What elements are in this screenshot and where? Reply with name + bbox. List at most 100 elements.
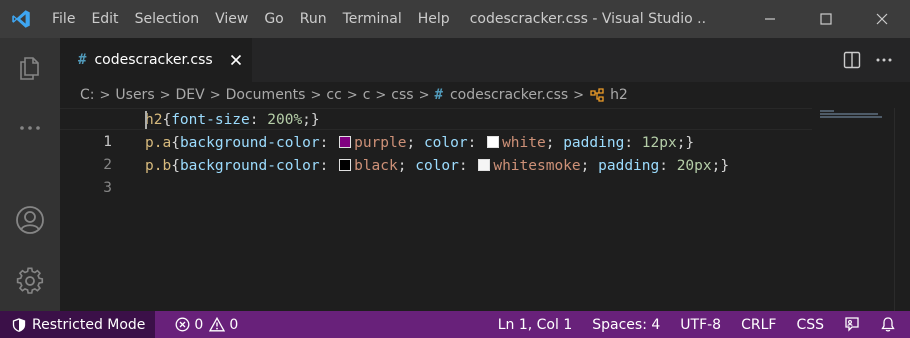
breadcrumb-item[interactable]: C: — [80, 87, 95, 103]
bell-icon — [881, 317, 895, 332]
code-line[interactable]: 3 p.b{background-color: black; color: wh… — [60, 155, 812, 196]
css-property: font-size — [171, 112, 250, 128]
notifications-button[interactable] — [870, 311, 906, 338]
css-property: background-color — [179, 135, 320, 151]
menu-go[interactable]: Go — [256, 0, 291, 38]
css-value: purple — [354, 135, 407, 151]
vscode-logo-icon — [0, 0, 42, 38]
breadcrumb-item[interactable]: DEV — [176, 87, 205, 103]
punctuation: : — [458, 158, 477, 174]
settings-gear-icon[interactable] — [0, 257, 60, 305]
minimap-line — [820, 113, 878, 115]
minimize-button[interactable] — [742, 0, 798, 38]
cursor-position[interactable]: Ln 1, Col 1 — [488, 317, 583, 333]
chevron-right-icon: > — [375, 87, 387, 103]
chevron-right-icon: > — [573, 87, 585, 103]
punctuation: : — [624, 135, 642, 151]
window-title: codescracker.css - Visual Studio ... — [469, 11, 706, 27]
minimap[interactable] — [812, 108, 894, 311]
css-property: color — [415, 158, 459, 174]
code-editor[interactable]: 1 h2{font-size: 200%;} 2 p.a{background-… — [60, 108, 910, 311]
feedback-button[interactable] — [834, 311, 870, 338]
chevron-right-icon: > — [346, 87, 358, 103]
chevron-right-icon: > — [99, 87, 111, 103]
menu-help[interactable]: Help — [410, 0, 458, 38]
explorer-icon[interactable] — [0, 44, 60, 92]
punctuation: : — [249, 112, 268, 128]
css-selector: p.a — [145, 135, 172, 151]
css-property: background-color — [179, 158, 320, 174]
color-swatch[interactable] — [478, 159, 491, 171]
color-swatch[interactable] — [339, 159, 352, 171]
close-icon — [876, 13, 888, 25]
breadcrumb-item[interactable]: c — [363, 87, 371, 103]
restricted-mode-button[interactable]: Restricted Mode — [0, 311, 156, 338]
menu-run[interactable]: Run — [292, 0, 335, 38]
menu-view[interactable]: View — [207, 0, 256, 38]
breadcrumb: C: > Users > DEV > Documents > cc > c > css > #… — [60, 82, 910, 108]
breadcrumb-file[interactable]: codescracker.css — [450, 87, 568, 103]
menu-edit[interactable]: Edit — [83, 0, 126, 38]
punctuation: : — [659, 158, 677, 174]
menu-selection[interactable]: Selection — [127, 0, 208, 38]
vertical-scrollbar[interactable] — [894, 108, 910, 311]
minimap-line — [820, 110, 834, 112]
maximize-button[interactable] — [798, 0, 854, 38]
breadcrumb-item[interactable]: css — [391, 87, 413, 103]
breadcrumb-item[interactable]: cc — [326, 87, 341, 103]
color-swatch[interactable] — [339, 136, 352, 148]
code-line[interactable]: 2 p.a{background-color: purple; color: w… — [60, 132, 812, 173]
punctuation: ; — [580, 158, 599, 174]
account-icon[interactable] — [0, 196, 60, 244]
code-text: h2{font-size: 200%;} — [145, 109, 320, 131]
editor-actions — [836, 38, 910, 82]
punctuation: { — [162, 112, 172, 128]
minimize-icon — [765, 18, 775, 20]
tab-close-button[interactable] — [228, 52, 244, 68]
split-editor-button[interactable] — [836, 38, 868, 82]
css-value: 20px — [676, 158, 712, 174]
more-icon[interactable] — [0, 104, 60, 152]
breadcrumb-item[interactable]: Users — [115, 87, 154, 103]
more-actions-button[interactable] — [868, 38, 900, 82]
activity-bar — [0, 38, 60, 311]
chevron-right-icon: > — [209, 87, 221, 103]
encoding[interactable]: UTF-8 — [670, 317, 731, 333]
error-count: 0 — [194, 316, 204, 333]
end-of-line[interactable]: CRLF — [731, 317, 786, 333]
menu-file[interactable]: File — [42, 0, 83, 38]
maximize-icon — [820, 13, 832, 25]
css-value: 12px — [641, 135, 677, 151]
breadcrumb-symbol[interactable]: h2 — [610, 87, 628, 103]
close-window-button[interactable] — [854, 0, 910, 38]
css-value: white — [502, 135, 546, 151]
punctuation: ; — [545, 135, 564, 151]
punctuation: : — [319, 158, 338, 174]
punctuation: { — [171, 135, 180, 151]
window-controls — [742, 0, 910, 38]
code-line[interactable]: 1 h2{font-size: 200%;} — [60, 108, 812, 150]
punctuation: ; — [406, 135, 424, 151]
menu-bar: File Edit Selection View Go Run Terminal… — [42, 0, 458, 38]
symbol-class-icon — [589, 87, 605, 103]
tab-codescracker-css[interactable]: # codescracker.css — [60, 38, 252, 82]
chevron-right-icon: > — [418, 87, 430, 103]
problems-indicator[interactable]: 0 0 — [175, 317, 244, 333]
feedback-icon — [845, 316, 859, 332]
punctuation: ;} — [711, 158, 730, 174]
language-mode[interactable]: CSS — [786, 317, 834, 333]
menu-terminal[interactable]: Terminal — [335, 0, 410, 38]
restricted-mode-label: Restricted Mode — [32, 316, 146, 333]
warning-count: 0 — [229, 316, 239, 333]
punctuation: { — [171, 158, 180, 174]
title-bar: File Edit Selection View Go Run Terminal… — [0, 0, 910, 38]
more-actions-icon — [876, 58, 892, 62]
color-swatch[interactable] — [487, 136, 500, 148]
tab-label: codescracker.css — [94, 52, 213, 68]
status-bar: Restricted Mode 0 0 Ln 1, Col 1 Spaces: … — [0, 311, 910, 338]
css-property: color — [423, 135, 468, 151]
chevron-right-icon: > — [159, 87, 171, 103]
breadcrumb-item[interactable]: Documents — [226, 87, 306, 103]
css-selector: p.b — [145, 158, 172, 174]
indentation[interactable]: Spaces: 4 — [582, 317, 670, 333]
